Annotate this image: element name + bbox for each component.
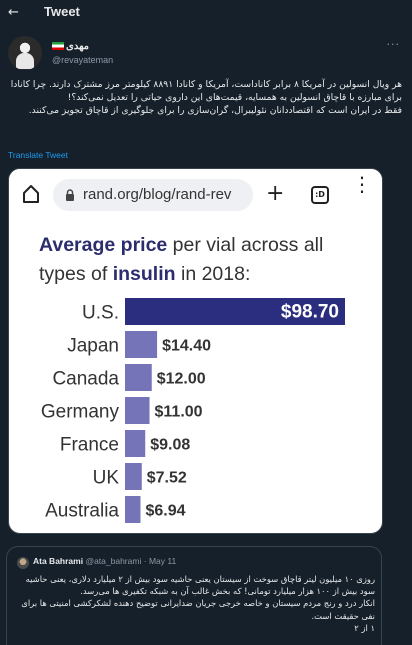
translate-tweet-link[interactable]: Translate Tweet: [8, 150, 68, 160]
category-label: UK: [93, 468, 120, 489]
avatar[interactable]: [8, 36, 42, 70]
more-options-icon[interactable]: ···: [387, 38, 401, 51]
author-display-name: مهدی: [66, 41, 90, 52]
value-label: $12.00: [157, 371, 206, 388]
back-arrow-icon[interactable]: ←: [8, 5, 19, 20]
author-handle[interactable]: @revayateman: [52, 55, 113, 65]
chart-title-insulin: insulin: [112, 263, 176, 285]
quoted-text: روزی ۱۰ میلیون لیتر قاچاق سوخت از سیستان…: [21, 574, 375, 633]
bar-chart-plot: U.S. $98.70 Japan $14.40 Canada $12.00 Germany…: [41, 298, 345, 523]
browser-toolbar: rand.org/blog/rand-rev + :D ⋮: [9, 169, 382, 225]
chart-title: Average price per vial across all types …: [39, 231, 369, 289]
quoted-tweet[interactable]: Ata Bahrami @ata_bahrami · May 11 روزی ۱…: [6, 546, 382, 645]
quoted-author-name: Ata Bahrami: [33, 556, 84, 566]
value-label: $11.00: [155, 404, 203, 421]
value-label: $9.08: [150, 437, 190, 454]
bar-uk: [125, 463, 142, 490]
quoted-date: May 11: [148, 556, 177, 566]
tweet-author: مهدی @revayateman ···: [8, 36, 404, 72]
category-label: Japan: [67, 336, 119, 357]
value-label: $98.70: [281, 302, 339, 323]
home-icon: [23, 185, 39, 203]
url-bar: rand.org/blog/rand-rev: [53, 179, 253, 211]
bar-japan: [125, 331, 158, 358]
quoted-header: Ata Bahrami @ata_bahrami · May 11: [33, 556, 176, 566]
quoted-author-handle: @ata_bahrami: [85, 556, 142, 566]
bar-germany: [125, 397, 150, 424]
tabs-count-icon: :D: [311, 186, 329, 204]
chart-title-bold: Average price: [39, 234, 168, 256]
quoted-avatar: [17, 557, 29, 569]
category-label: Germany: [41, 402, 120, 423]
lock-icon: [66, 189, 74, 201]
tweet-image[interactable]: rand.org/blog/rand-rev + :D ⋮ Average pr…: [8, 168, 383, 534]
bar-france: [125, 430, 146, 457]
category-label: France: [60, 435, 119, 456]
category-label: U.S.: [82, 303, 119, 324]
category-label: Australia: [45, 501, 119, 522]
value-label: $14.40: [162, 338, 211, 355]
tweet-text: هر ویال انسولین در آمریکا ۸ برابر کانادا…: [10, 79, 402, 117]
page-title: Tweet: [44, 4, 80, 19]
bar-canada: [125, 364, 152, 391]
category-label: Canada: [52, 369, 119, 390]
top-bar: ← Tweet: [0, 0, 412, 26]
iran-flag-icon: [52, 42, 64, 51]
url-text: rand.org/blog/rand-rev: [83, 186, 232, 203]
quoted-dot: ·: [143, 556, 147, 566]
chart-title-end: in 2018:: [175, 263, 251, 285]
author-name-row[interactable]: مهدی: [52, 41, 89, 52]
new-tab-icon: +: [266, 181, 285, 206]
value-label: $7.52: [147, 470, 187, 487]
insulin-price-chart: Average price per vial across all types …: [9, 225, 382, 533]
browser-menu-icon: ⋮: [352, 172, 372, 196]
bar-australia: [125, 496, 141, 523]
value-label: $6.94: [145, 503, 185, 520]
